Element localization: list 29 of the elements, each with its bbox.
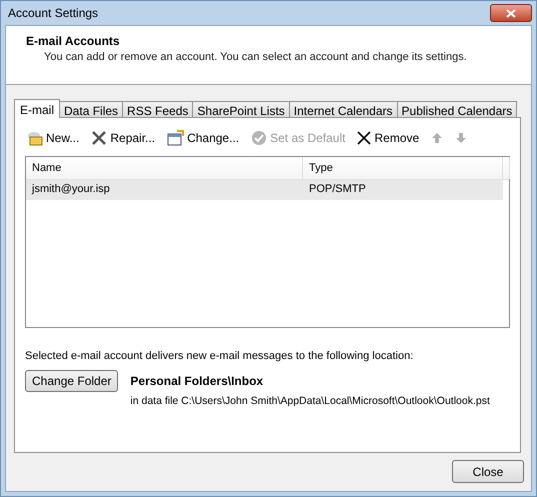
- column-header[interactable]: Name: [26, 157, 303, 179]
- close-button[interactable]: [490, 4, 532, 22]
- tab[interactable]: E-mail: [14, 99, 60, 118]
- tab[interactable]: Published Calendars: [396, 101, 518, 117]
- window-icon: [167, 130, 184, 146]
- section-title: E-mail Accounts: [26, 34, 121, 48]
- data-file-path: in data file C:\Users\John Smith\AppData\Local\Microsoft\Outlook\Outlook.pst: [130, 395, 490, 407]
- window-title: Account Settings: [8, 6, 98, 20]
- close-icon: [506, 8, 516, 18]
- delivery-caption: Selected e-mail account delivers new e-mail messages to the following location:: [25, 350, 414, 362]
- checkmark-icon: [251, 130, 268, 146]
- table-cell-text: POP/SMTP: [308, 182, 367, 197]
- account-row[interactable]: jsmith@your.isp POP/SMTP: [26, 180, 503, 200]
- tab[interactable]: Internet Calendars: [288, 101, 398, 117]
- toolbar-button[interactable]: New...: [27, 130, 80, 146]
- envelope-icon: [27, 130, 43, 146]
- toolbar-button[interactable]: Remove: [357, 131, 420, 145]
- section-description: You can add or remove an account. You can select an account and change its settings.: [44, 51, 468, 63]
- folder-name: Personal Folders\Inbox: [130, 374, 264, 388]
- column-header[interactable]: Type: [303, 157, 503, 179]
- toolbar-button[interactable]: Change...: [167, 130, 240, 146]
- change-folder-button[interactable]: Change Folder: [25, 370, 118, 392]
- tab[interactable]: SharePoint Lists: [192, 101, 290, 117]
- close-button[interactable]: Close: [452, 460, 524, 483]
- x-icon: [357, 131, 372, 145]
- table-cell-text: jsmith@your.isp: [30, 182, 111, 197]
- tab[interactable]: Data Files: [59, 101, 124, 117]
- tab[interactable]: RSS Feeds: [122, 101, 194, 117]
- toolbar-button[interactable]: Repair...: [91, 130, 156, 146]
